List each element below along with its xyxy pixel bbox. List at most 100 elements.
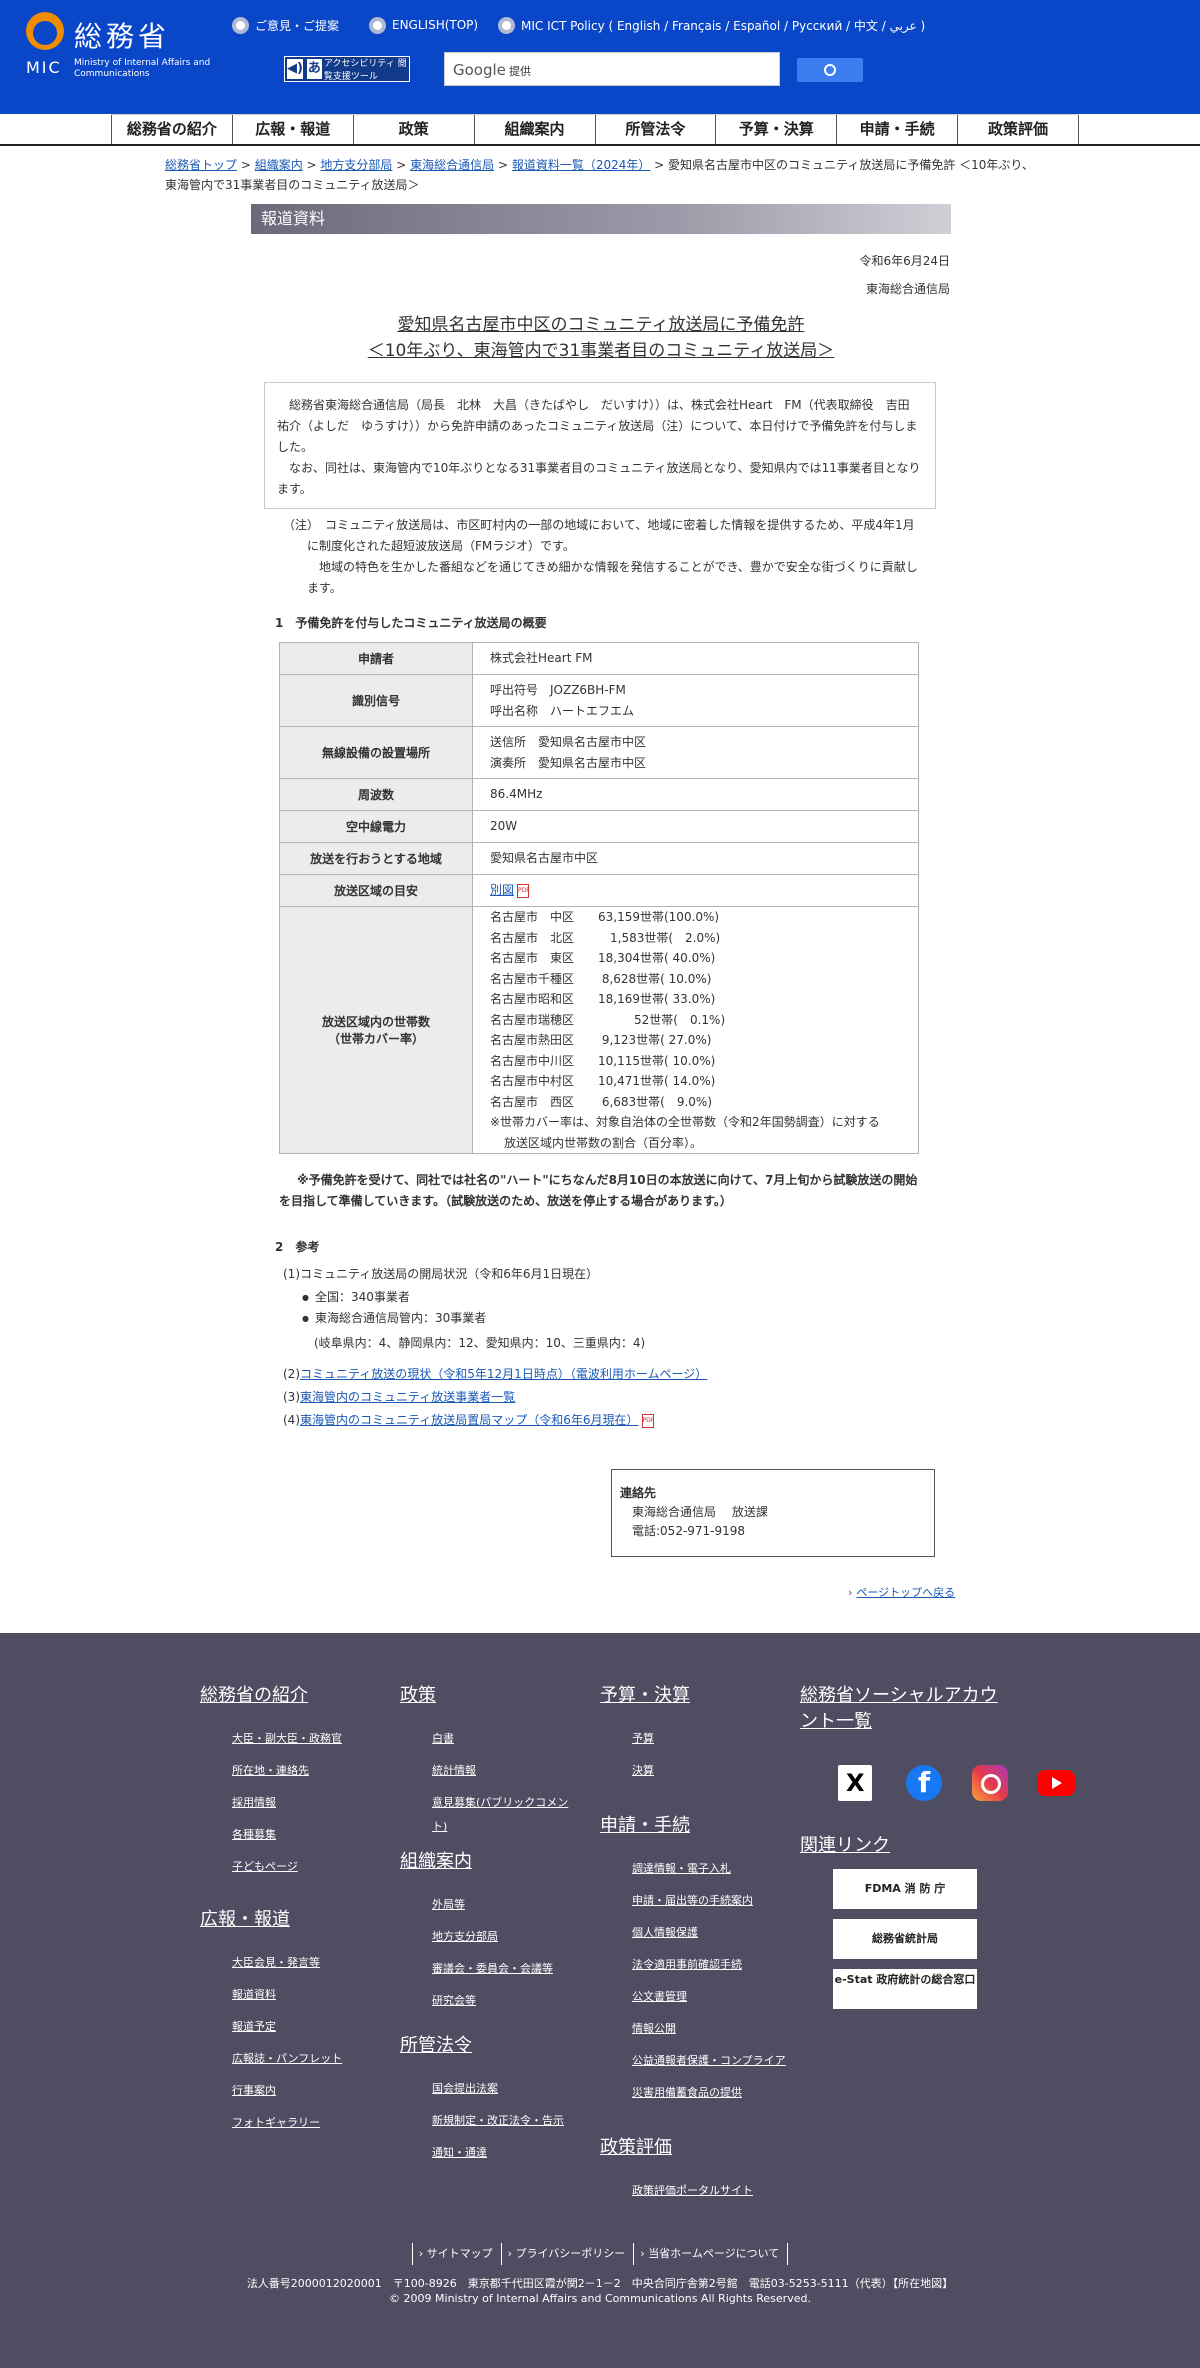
- footer-link[interactable]: 国会提出法案: [400, 2073, 600, 2105]
- radio-opinion[interactable]: ご意見・ご提案: [232, 14, 339, 36]
- footer-link[interactable]: 政策評価ポータルサイト: [600, 2175, 810, 2207]
- nav-item-evaluation[interactable]: 政策評価: [957, 115, 1079, 144]
- nav-item-applications[interactable]: 申請・手続: [836, 115, 957, 144]
- page-top-link[interactable]: › ページトップへ戻る: [848, 1584, 955, 1600]
- footer-link[interactable]: 決算: [600, 1755, 810, 1787]
- footer-link[interactable]: 大臣・副大臣・政務官: [200, 1723, 342, 1755]
- x-icon[interactable]: [838, 1765, 872, 1801]
- reference-item: (1)コミュニティ放送局の開局状況（令和6年6月1日現在）: [283, 1267, 599, 1281]
- reference-link[interactable]: コミュニティ放送の現状（令和5年12月1日時点）（電波利用ホームページ）: [300, 1367, 707, 1381]
- breadcrumb-link[interactable]: 地方支分部局: [320, 158, 392, 172]
- banner-fdma[interactable]: FDMA 消 防 庁: [833, 1869, 977, 1909]
- footer-heading[interactable]: 政策評価: [600, 2135, 810, 2161]
- facebook-icon[interactable]: [906, 1765, 942, 1801]
- footer-link[interactable]: 外局等: [400, 1889, 600, 1921]
- table-row: 申請者 株式会社Heart FM: [279, 642, 919, 675]
- footer-link[interactable]: 法令適用事前確認手続: [600, 1949, 810, 1981]
- footer-link[interactable]: 情報公開: [600, 2013, 810, 2045]
- reference-link[interactable]: 東海管内のコミュニティ放送事業者一覧: [300, 1390, 515, 1404]
- reference-link-row: (2)コミュニティ放送の現状（令和5年12月1日時点）（電波利用ホームページ）: [283, 1364, 943, 1385]
- map-link[interactable]: 別図: [490, 883, 514, 897]
- footer-heading[interactable]: 予算・決算: [600, 1683, 810, 1709]
- search-input[interactable]: Google 提供: [444, 52, 780, 86]
- nav-item-laws[interactable]: 所管法令: [594, 115, 716, 144]
- footer-heading[interactable]: 所管法令: [400, 2033, 600, 2059]
- youtube-icon[interactable]: [1037, 1770, 1075, 1796]
- social-heading[interactable]: ント一覧: [800, 1709, 1020, 1735]
- reference-num: (3): [283, 1390, 300, 1404]
- footer-heading[interactable]: 総務省の紹介: [200, 1683, 342, 1709]
- footer-link[interactable]: 災害用備蓄食品の提供: [600, 2077, 810, 2109]
- breadcrumb-link[interactable]: 報道資料一覧（2024年）: [512, 158, 651, 172]
- nav-item-policy[interactable]: 政策: [352, 115, 474, 144]
- footer-link[interactable]: 報道予定: [200, 2011, 342, 2043]
- speaker-icon: ◀): [287, 59, 303, 79]
- footer-link[interactable]: 審議会・委員会・会議等: [400, 1953, 600, 1985]
- banner-stat[interactable]: 総務省統計局: [833, 1919, 977, 1959]
- radio-label: ご意見・ご提案: [255, 18, 340, 33]
- list-item: 全国：340事業者: [315, 1287, 943, 1308]
- header-line: 放送区域内の世帯数: [321, 1015, 430, 1029]
- footer-heading[interactable]: 組織案内: [400, 1849, 600, 1875]
- footer-link[interactable]: 統計情報: [400, 1755, 600, 1787]
- footer-link[interactable]: 採用情報: [200, 1787, 342, 1819]
- breadcrumb-link[interactable]: 組織案内: [255, 158, 303, 172]
- press-section-header: 報道資料: [251, 204, 951, 234]
- footer-link[interactable]: 予算: [600, 1723, 810, 1755]
- reference-link[interactable]: 東海管内のコミュニティ放送局置局マップ（令和6年6月現在）: [300, 1413, 639, 1427]
- footer-link[interactable]: 地方支分部局: [400, 1921, 600, 1953]
- footer-link[interactable]: 研究会等: [400, 1985, 600, 2017]
- breadcrumb-link[interactable]: 総務省トップ: [165, 158, 237, 172]
- table-row: 周波数 86.4MHz: [279, 778, 919, 811]
- footer-link[interactable]: 新規制定・改正法令・告示: [400, 2105, 600, 2137]
- footer-link[interactable]: フォトギャラリー: [200, 2107, 342, 2139]
- footer-link[interactable]: 公文書管理: [600, 1981, 810, 2013]
- radio-english[interactable]: ENGLISH(TOP): [369, 14, 478, 36]
- footer-bottom-link[interactable]: 当省ホームページについて: [633, 2243, 789, 2265]
- nav-item-budget[interactable]: 予算・決算: [715, 115, 836, 144]
- logo-mark-icon: [26, 12, 64, 50]
- nav-item-about[interactable]: 総務省の紹介: [111, 115, 232, 144]
- banner-estat[interactable]: e-Stat 政府統計の総合窓口: [833, 1969, 977, 2009]
- footer-link[interactable]: 公益通報者保護・コンプライア: [600, 2045, 810, 2077]
- footer-link[interactable]: 個人情報保護: [600, 1917, 810, 1949]
- footer-link[interactable]: 意見募集(パブリックコメント): [400, 1787, 580, 1839]
- social-heading[interactable]: 総務省ソーシャルアカウ: [800, 1683, 1020, 1709]
- instagram-icon[interactable]: [972, 1765, 1008, 1801]
- note-paragraph: 地域の特色を生かした番組などを通じてきめ細かな情報を発信することができ、豊かで安…: [307, 560, 918, 595]
- footer-link[interactable]: 白書: [400, 1723, 600, 1755]
- nav-item-pr[interactable]: 広報・報道: [231, 115, 353, 144]
- contact-dept: 東海総合通信局 放送課: [632, 1505, 768, 1519]
- footer-link[interactable]: 所在地・連絡先: [200, 1755, 342, 1787]
- footer-link[interactable]: 行事案内: [200, 2075, 342, 2107]
- summary-box: 総務省東海総合通信局（局長 北林 大昌（きたばやし だいすけ））は、株式会社He…: [264, 382, 936, 509]
- footer-bottom-links: サイトマッププライバシーポリシー当省ホームページについて: [0, 2243, 1200, 2265]
- footer-link[interactable]: 調達情報・電子入札: [600, 1853, 810, 1885]
- footer-heading[interactable]: 政策: [400, 1683, 600, 1709]
- footer-bottom-link[interactable]: サイトマップ: [411, 2243, 501, 2265]
- footer-link[interactable]: 各種募集: [200, 1819, 342, 1851]
- footer-link[interactable]: 申請・届出等の手続案内: [600, 1885, 810, 1917]
- footer-link[interactable]: 広報誌・パンフレット: [200, 2043, 342, 2075]
- copyright: © 2009 Ministry of Internal Affairs and …: [389, 2292, 811, 2305]
- nav-item-organization[interactable]: 組織案内: [473, 115, 595, 144]
- accessibility-tool-button[interactable]: ◀) あ アクセシビリティ 閲覧支援ツール: [284, 56, 410, 82]
- site-header: 総務省 MIC Ministry of Internal Affairs and…: [0, 0, 1200, 114]
- footer-link[interactable]: 大臣会見・発言等: [200, 1947, 342, 1979]
- table-row: 識別信号 呼出符号 JOZZ6BH-FM 呼出名称 ハートエフエム: [279, 674, 919, 727]
- table-cell: 86.4MHz: [472, 778, 919, 811]
- footer-link[interactable]: 子どもページ: [200, 1851, 342, 1883]
- mic-logo[interactable]: 総務省 MIC Ministry of Internal Affairs and…: [26, 12, 216, 82]
- reference-list: 全国：340事業者 東海総合通信局管内：30事業者: [315, 1287, 943, 1329]
- footer-link[interactable]: 通知・通達: [400, 2137, 600, 2169]
- footer-heading[interactable]: 広報・報道: [200, 1907, 342, 1933]
- search-button[interactable]: [797, 58, 863, 82]
- footer-heading[interactable]: 申請・手続: [600, 1813, 810, 1839]
- footer-link[interactable]: 報道資料: [200, 1979, 342, 2011]
- table-cell: 呼出符号 JOZZ6BH-FM 呼出名称 ハートエフエム: [472, 674, 919, 727]
- table-header-cell: 周波数: [279, 778, 473, 811]
- footer-bottom-link[interactable]: プライバシーポリシー: [500, 2243, 634, 2265]
- radio-ict-policy[interactable]: MIC ICT Policy ( English / Français / Es…: [498, 14, 925, 36]
- breadcrumb-link[interactable]: 東海総合通信局: [410, 158, 494, 172]
- cell-line: 演奏所 愛知県名古屋市中区: [490, 755, 647, 770]
